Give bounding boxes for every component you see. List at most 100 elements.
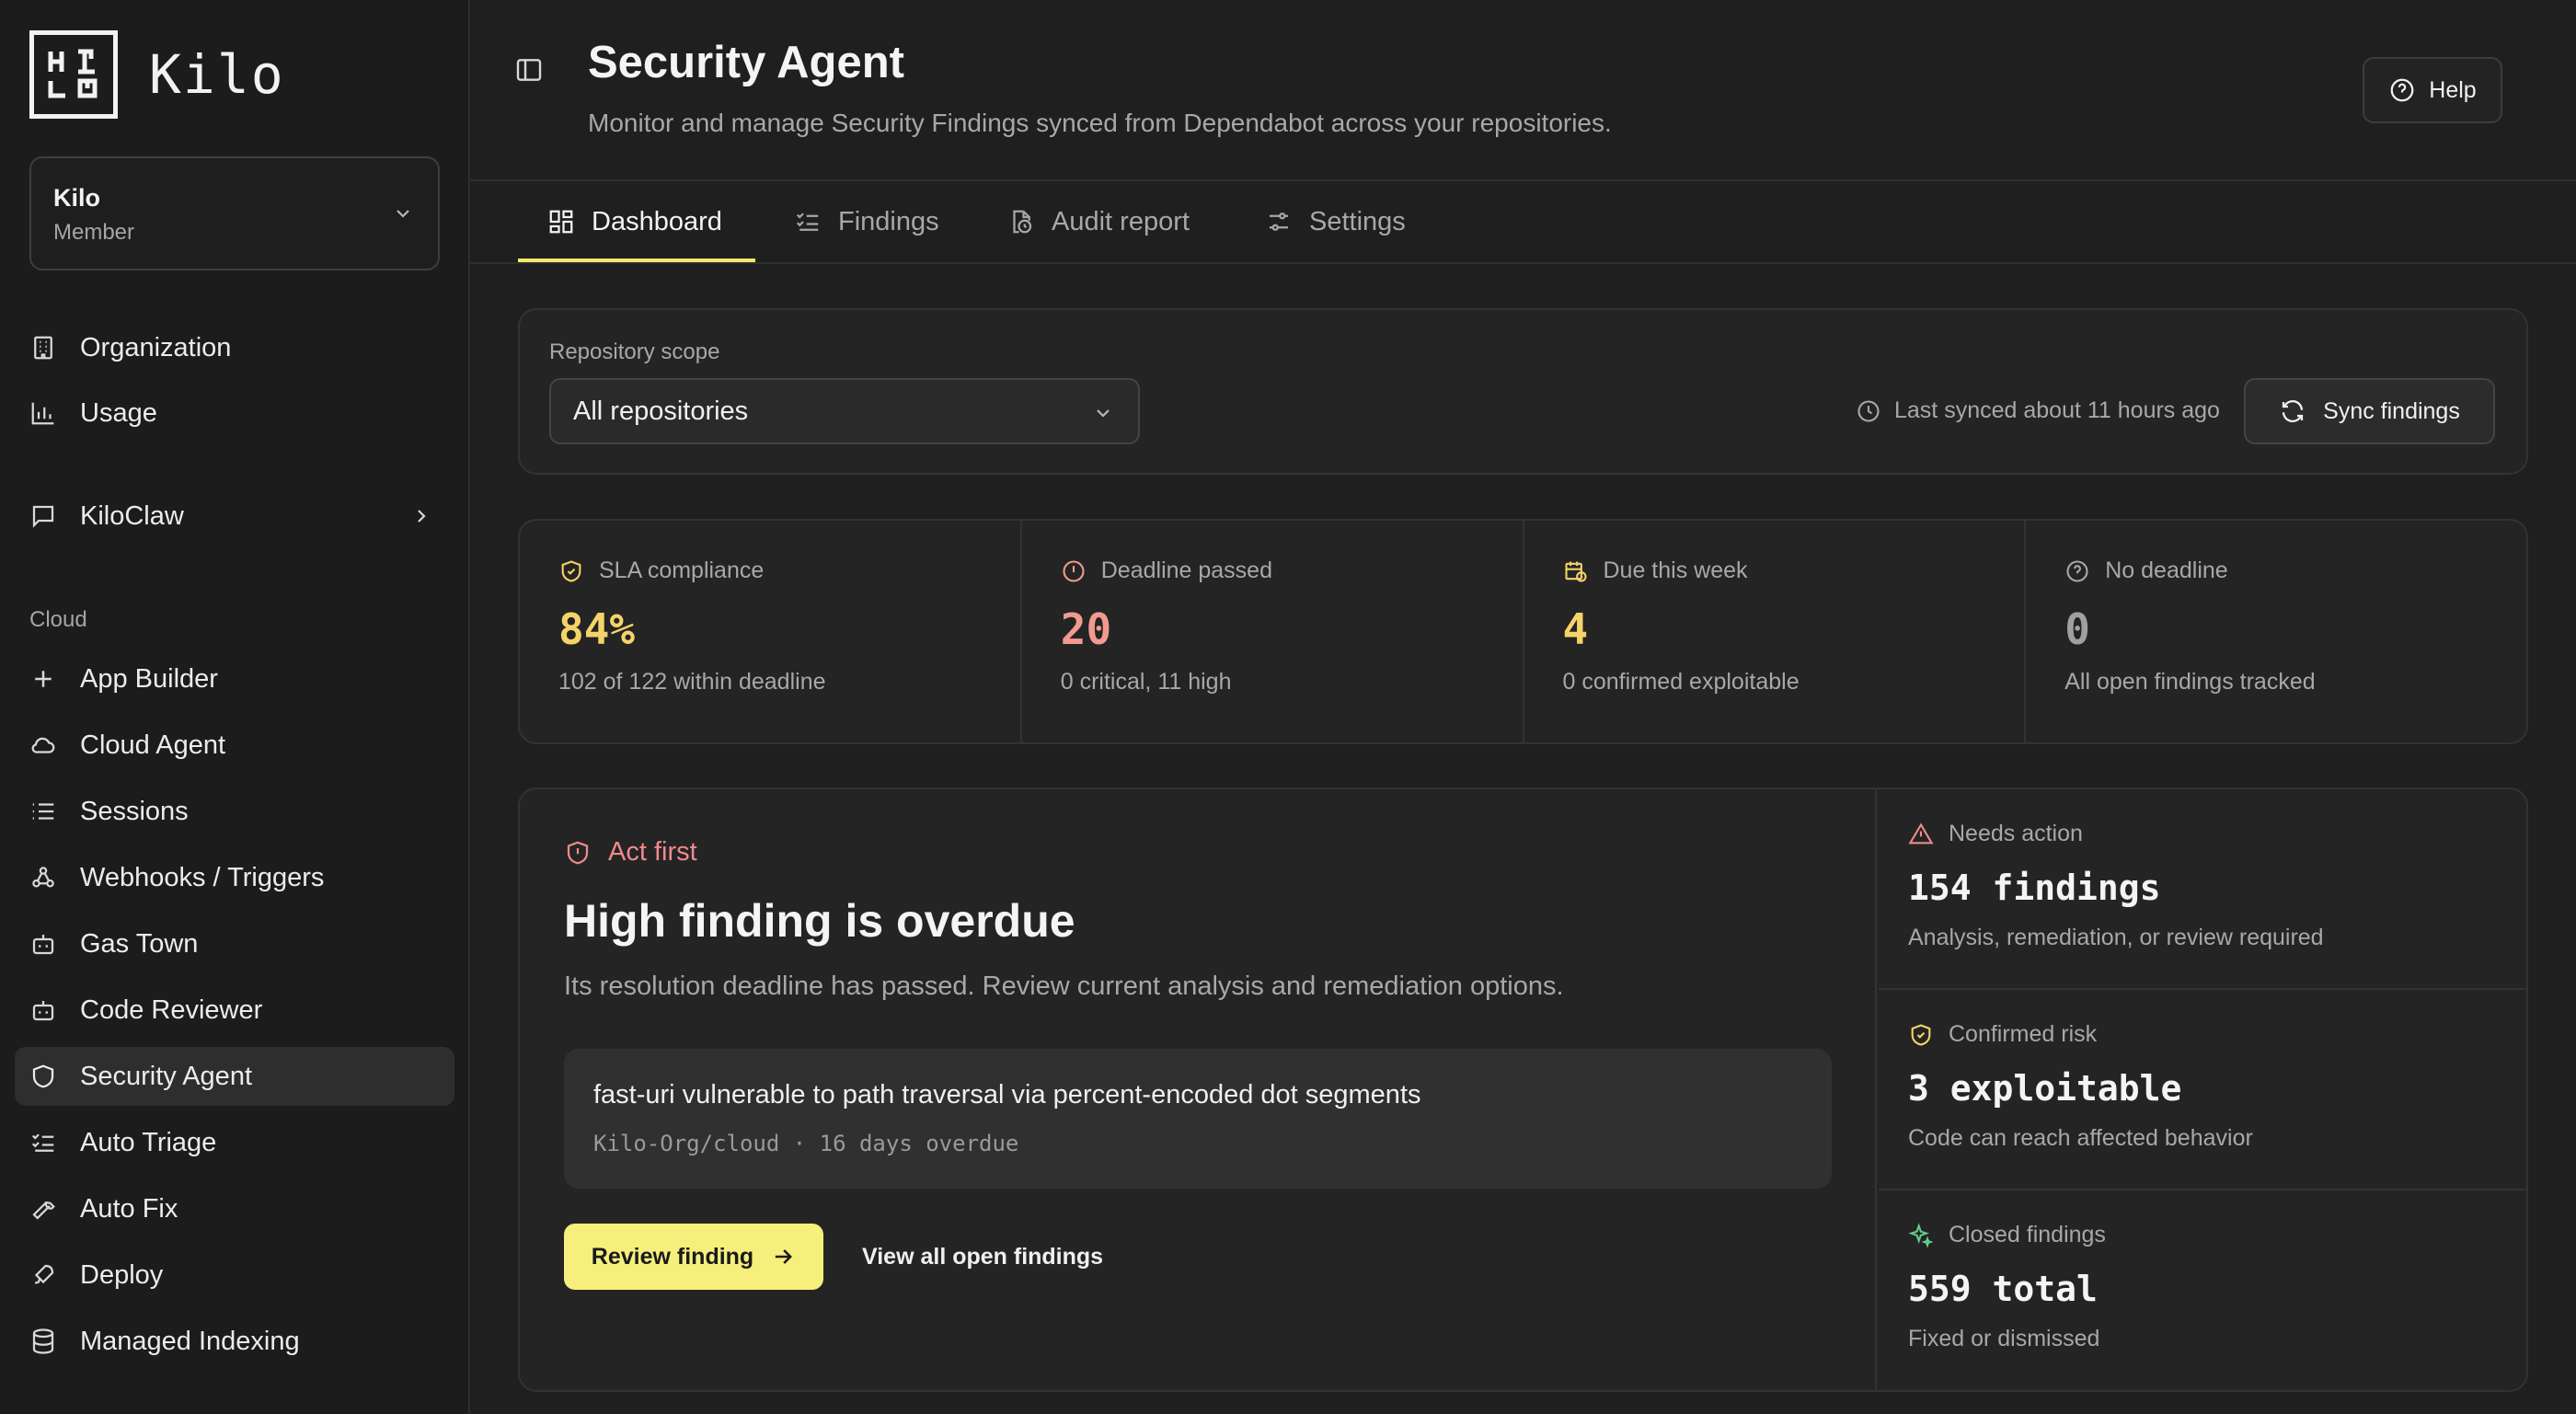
sidebar-item-app-builder[interactable]: App Builder <box>15 650 454 708</box>
summary-label: Closed findings <box>1949 1222 2106 1247</box>
stat-label: SLA compliance <box>599 558 765 583</box>
summary-panel: Needs action 154 findings Analysis, reme… <box>1879 789 2526 1390</box>
tab-label: Audit report <box>1052 206 1190 236</box>
help-button[interactable]: Help <box>2363 57 2502 123</box>
panel-left-icon[interactable] <box>514 55 544 85</box>
webhook-icon <box>32 867 54 888</box>
summary-value: 154 findings <box>1908 868 2161 908</box>
act-first-label: Act first <box>564 837 697 868</box>
tab-settings[interactable]: Settings <box>1265 181 1406 262</box>
summary-sub: Fixed or dismissed <box>1908 1326 2100 1351</box>
list-checks-icon <box>31 1133 54 1152</box>
stat-sla-compliance: SLA compliance 84% 102 of 122 within dea… <box>520 521 1022 742</box>
tab-label: Settings <box>1309 206 1406 236</box>
shield-alert-icon <box>567 841 589 864</box>
file-clock-icon <box>1013 210 1032 234</box>
sidebar-item-label: Managed Indexing <box>80 1326 300 1356</box>
act-first-panel: Act first High finding is overdue Its re… <box>520 789 1877 1390</box>
summary-confirmed-risk: Confirmed risk 3 exploitable Code can re… <box>1879 990 2526 1190</box>
sidebar-item-label: Security Agent <box>80 1061 252 1091</box>
summary-closed-findings: Closed findings 559 total Fixed or dismi… <box>1879 1190 2526 1390</box>
chevron-down-icon <box>397 210 409 218</box>
stat-value: 0 <box>2064 604 2090 654</box>
review-finding-button[interactable]: Review finding <box>564 1224 823 1290</box>
sidebar-item-label: Usage <box>80 397 157 428</box>
org-switcher[interactable]: Kilo Member <box>29 156 440 270</box>
plus-icon <box>35 671 52 687</box>
sidebar-item-sessions[interactable]: Sessions <box>15 782 454 841</box>
stat-deadline-passed: Deadline passed 20 0 critical, 11 high <box>1022 521 1524 742</box>
act-first-description: Its resolution deadline has passed. Revi… <box>564 971 1564 1001</box>
help-label: Help <box>2429 76 2477 103</box>
main-content: Security Agent Monitor and manage Securi… <box>470 0 2576 1414</box>
tab-bar: Dashboard Findings Audit report Settings <box>470 181 2576 264</box>
sidebar-item-label: Organization <box>80 332 232 362</box>
summary-label: Confirmed risk <box>1949 1021 2098 1047</box>
summary-value: 3 exploitable <box>1908 1068 2182 1109</box>
summary-value: 559 total <box>1908 1269 2098 1309</box>
refresh-icon <box>2283 400 2304 422</box>
sidebar-item-webhooks[interactable]: Webhooks / Triggers <box>15 848 454 907</box>
rocket-icon <box>34 1264 54 1284</box>
sidebar-item-label: Sessions <box>80 796 189 826</box>
clock-icon <box>1857 399 1880 422</box>
sidebar-item-label: KiloClaw <box>80 500 184 531</box>
sidebar-item-security-agent[interactable]: Security Agent <box>15 1047 454 1106</box>
repository-scope-card: Repository scope All repositories Last s… <box>518 308 2528 475</box>
sidebar-item-organization[interactable]: Organization <box>15 318 454 377</box>
sparkles-icon <box>1908 1222 1934 1248</box>
sidebar-item-label: Auto Fix <box>80 1193 178 1224</box>
tab-label: Dashboard <box>592 206 722 236</box>
stat-sub: 102 of 122 within deadline <box>558 669 826 695</box>
sliders-icon <box>1270 213 1288 231</box>
sidebar-item-gas-town[interactable]: Gas Town <box>15 914 454 973</box>
overdue-finding-item[interactable]: fast-uri vulnerable to path traversal vi… <box>564 1049 1832 1189</box>
chevron-right-icon <box>418 510 426 523</box>
brand-name: Kilo <box>149 43 285 106</box>
sidebar-item-label: Deploy <box>80 1259 164 1290</box>
summary-needs-action: Needs action 154 findings Analysis, reme… <box>1879 789 2526 990</box>
finding-title: fast-uri vulnerable to path traversal vi… <box>593 1080 1421 1109</box>
sidebar-item-usage[interactable]: Usage <box>15 384 454 443</box>
database-icon <box>32 1328 54 1354</box>
org-role: Member <box>53 220 135 245</box>
sync-button-label: Sync findings <box>2323 397 2460 424</box>
repository-scope-select[interactable]: All repositories <box>549 378 1140 444</box>
tab-audit-report[interactable]: Audit report <box>1007 181 1190 262</box>
sidebar-item-auto-triage[interactable]: Auto Triage <box>15 1113 454 1172</box>
sync-findings-button[interactable]: Sync findings <box>2244 378 2495 444</box>
view-all-open-findings-link[interactable]: View all open findings <box>862 1244 1103 1270</box>
stat-label: Deadline passed <box>1100 558 1272 583</box>
sidebar-item-deploy[interactable]: Deploy <box>15 1246 454 1305</box>
wrench-icon <box>32 1201 55 1220</box>
scope-selected-value: All repositories <box>573 396 749 426</box>
brand-logo[interactable]: Kilo <box>29 30 285 119</box>
review-button-label: Review finding <box>591 1243 754 1270</box>
sync-status: Last synced about 11 hours ago <box>1856 397 2220 424</box>
tab-dashboard[interactable]: Dashboard <box>547 181 722 262</box>
stats-card: SLA compliance 84% 102 of 122 within dea… <box>518 519 2528 744</box>
summary-sub: Code can reach affected behavior <box>1908 1125 2253 1151</box>
bot-icon <box>32 1001 54 1021</box>
sidebar-item-kiloclaw[interactable]: KiloClaw <box>15 487 454 546</box>
act-first-card: Act first High finding is overdue Its re… <box>518 787 2528 1392</box>
kilo-logo-icon <box>29 30 118 119</box>
org-name: Kilo <box>53 184 100 212</box>
stat-value: 20 <box>1060 604 1112 654</box>
chevron-down-icon <box>1097 409 1110 418</box>
page-header: Security Agent Monitor and manage Securi… <box>470 0 2576 181</box>
sidebar-item-managed-indexing[interactable]: Managed Indexing <box>15 1312 454 1371</box>
shield-check-icon <box>1911 1023 1931 1046</box>
sidebar-item-code-reviewer[interactable]: Code Reviewer <box>15 981 454 1040</box>
sidebar: Kilo Kilo Member Organization Usage Kilo… <box>0 0 470 1414</box>
sidebar-item-auto-fix[interactable]: Auto Fix <box>15 1179 454 1238</box>
tab-findings[interactable]: Findings <box>794 181 939 262</box>
sidebar-item-cloud-agent[interactable]: Cloud Agent <box>15 716 454 775</box>
message-square-icon <box>32 505 54 528</box>
page-subtitle: Monitor and manage Security Findings syn… <box>588 109 1612 137</box>
sidebar-item-label: Gas Town <box>80 928 199 959</box>
alert-circle-icon <box>1063 559 1085 582</box>
cloud-icon <box>31 737 55 753</box>
bot-icon <box>32 935 54 955</box>
act-first-text: Act first <box>608 837 697 867</box>
